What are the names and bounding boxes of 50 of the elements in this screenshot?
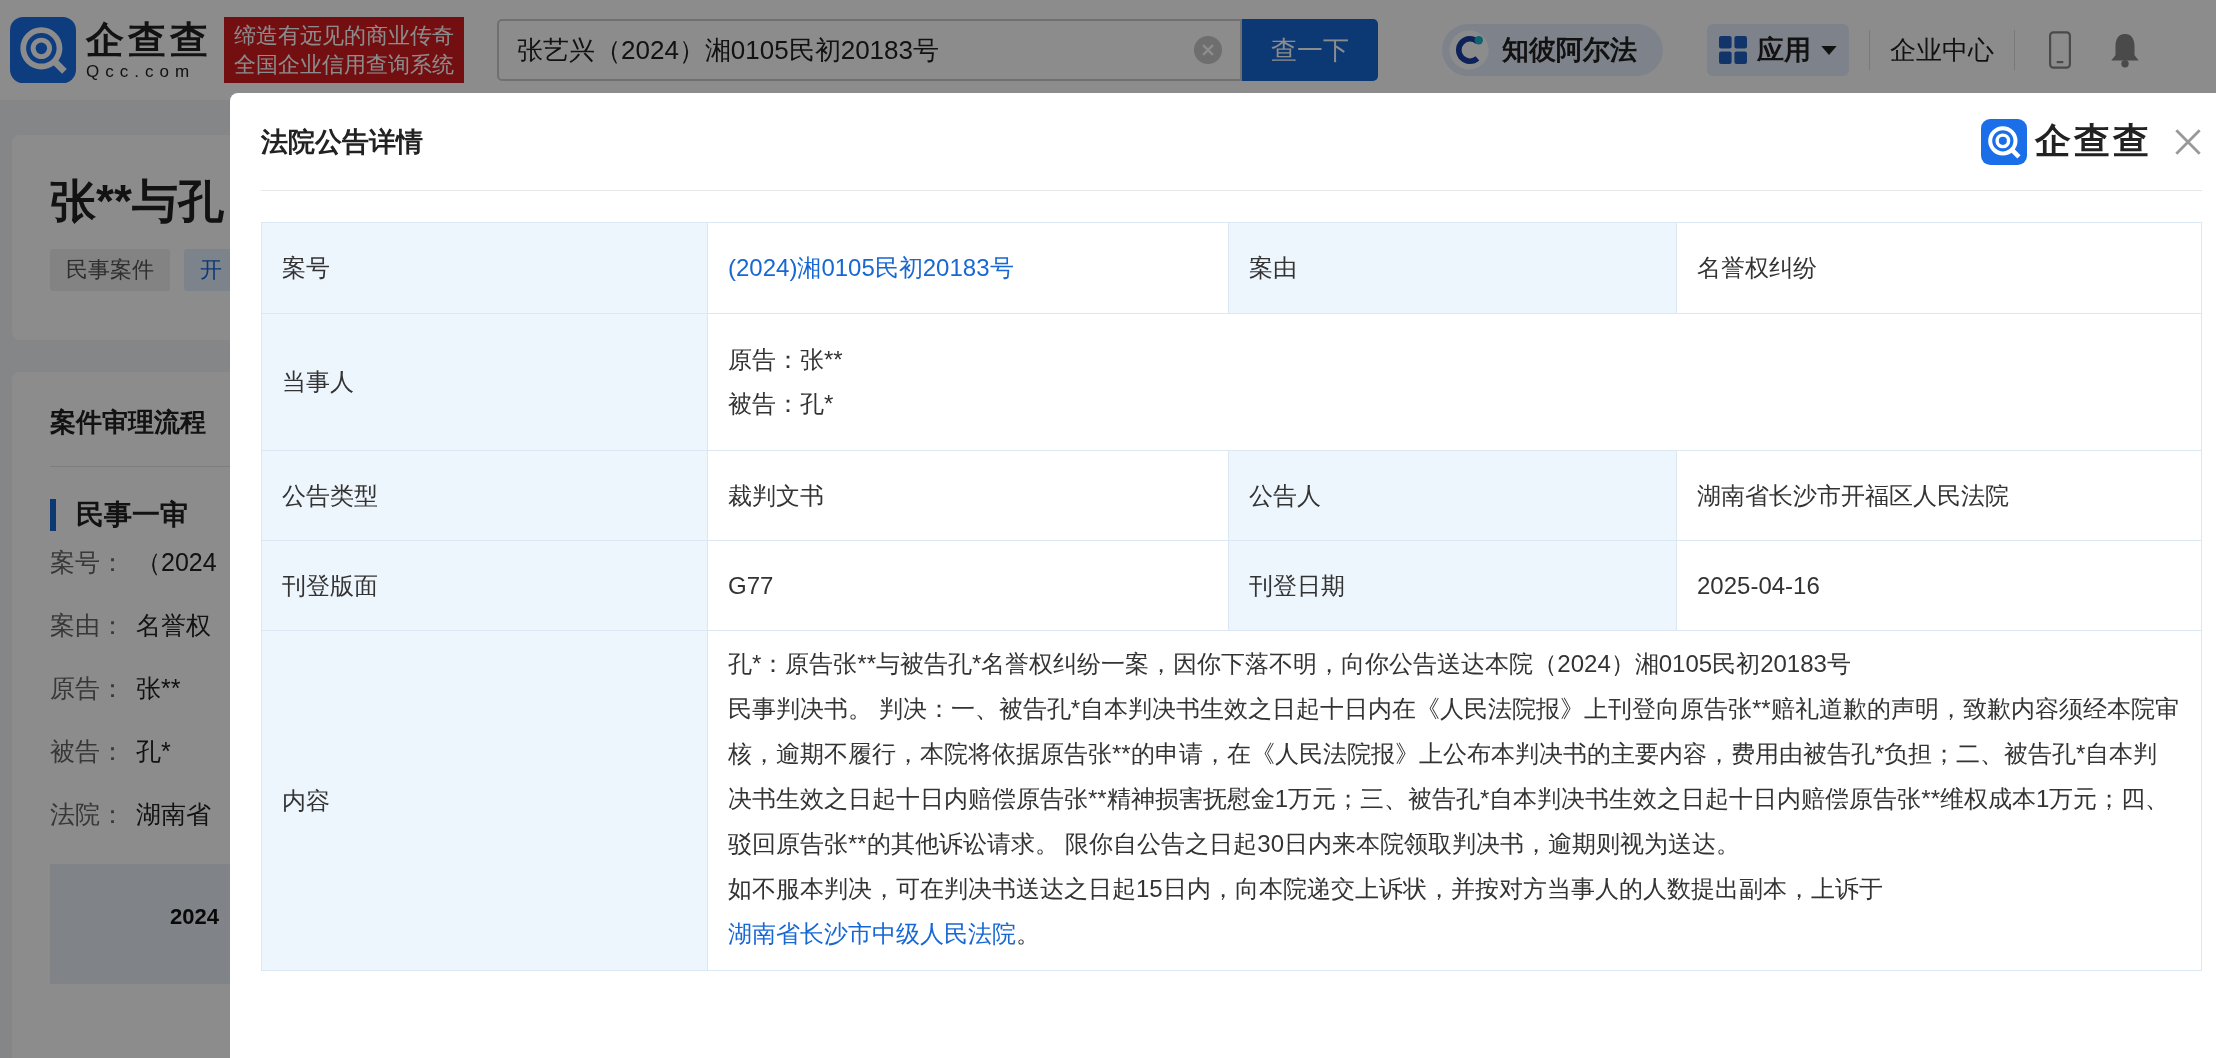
label-cell: 案由 (1229, 223, 1677, 314)
search-field[interactable]: 张艺兴（2024）湘0105民初20183号 (497, 19, 1242, 81)
field-label: 案由： (50, 610, 126, 641)
column-header: 2024 (170, 904, 219, 929)
field-value: 湖南省 (136, 799, 211, 830)
bell-icon[interactable] (2109, 32, 2141, 68)
label-cell: 内容 (262, 631, 708, 971)
field-value: 张** (136, 673, 181, 704)
apps-menu[interactable]: 应用 (1707, 24, 1849, 76)
field-value: 名誉权 (136, 610, 211, 641)
phone-icon[interactable] (2049, 31, 2071, 69)
field-label: 被告： (50, 736, 126, 767)
label-cell: 刊登日期 (1229, 541, 1677, 631)
field-label: 法院： (50, 799, 126, 830)
field-label: 原告： (50, 673, 126, 704)
content-paragraph: 如不服本判决，可在判决书送达之日起15日内，向本院递交上诉状，并按对方当事人的人数提出副本，上诉于 湖南省长沙市中级人民法院。 (728, 874, 1884, 949)
logo-icon[interactable] (10, 17, 76, 83)
close-icon[interactable] (2174, 127, 2202, 156)
label-cell: 公告人 (1229, 451, 1677, 541)
section-title: 案件审理流程 (50, 406, 207, 439)
grid-icon (1719, 36, 1747, 64)
field-value: 孔* (136, 736, 171, 767)
alpha-button[interactable]: 知彼阿尔法 (1442, 24, 1663, 76)
logo-name: 企查查 (2035, 119, 2152, 163)
label-cell: 刊登版面 (262, 541, 708, 631)
court-link[interactable]: 湖南省长沙市中级人民法院 (728, 920, 1016, 947)
content-paragraph: 民事判决书。 判决：一、被告孔*自本判决书生效之日起十日内在《人民法院报》上刊登向原告张**赔礼道歉的声明，致歉内容须经本院审核，逾期不履行，本院将依据原告张**的申请，在《人民法院报》上公布本判决书的主要内容，费用由被告孔*负担；二、被告孔*自本判决书生效之日起十日内赔偿原告张**精神损害抚慰金1万元；三、被告孔*自本判决书生效之日起十日内赔偿原告张**维权成本1万元；四、驳回原告张**的其他诉讼请求。 限你自公告之日起30日内来本院领取判决书，逾期则视为送达。 (728, 694, 2180, 859)
content-paragraph: 孔*：原告张**与被告孔*名誉权纠纷一案，因你下落不明，向你公告送达本院（2024）湘0105民初20183号 (728, 649, 1852, 679)
logo-domain: Qcc.com (86, 62, 197, 82)
clear-icon[interactable] (1194, 36, 1222, 64)
case-tag: 民事案件 (50, 249, 170, 291)
value-cell: 名誉权纠纷 (1677, 223, 2202, 314)
logo-icon (1981, 118, 2027, 165)
nav-link[interactable]: 企业中心 (1890, 32, 1994, 68)
field-value: （2024 (136, 547, 217, 578)
label-cell: 当事人 (262, 314, 708, 451)
party-text: 被告：孔* (728, 389, 834, 419)
search-button[interactable]: 查一下 (1242, 19, 1378, 81)
logo-name: 企查查 (86, 18, 212, 62)
field-label: 案号： (50, 547, 126, 578)
dialog-title: 法院公告详情 (261, 125, 424, 159)
label-cell: 公告类型 (262, 451, 708, 541)
alpha-logo-icon (1448, 29, 1490, 71)
case-title: 张**与孔 (50, 174, 225, 229)
value-cell: 2025-04-16 (1677, 541, 2202, 631)
slogan-banner: 缔造有远见的商业传奇 全国企业信用查询系统 (224, 17, 464, 83)
caret-icon (1821, 45, 1837, 55)
value-cell: 湖南省长沙市开福区人民法院 (1677, 451, 2202, 541)
party-text: 原告：张** (728, 345, 843, 375)
label-cell: 案号 (262, 223, 708, 314)
